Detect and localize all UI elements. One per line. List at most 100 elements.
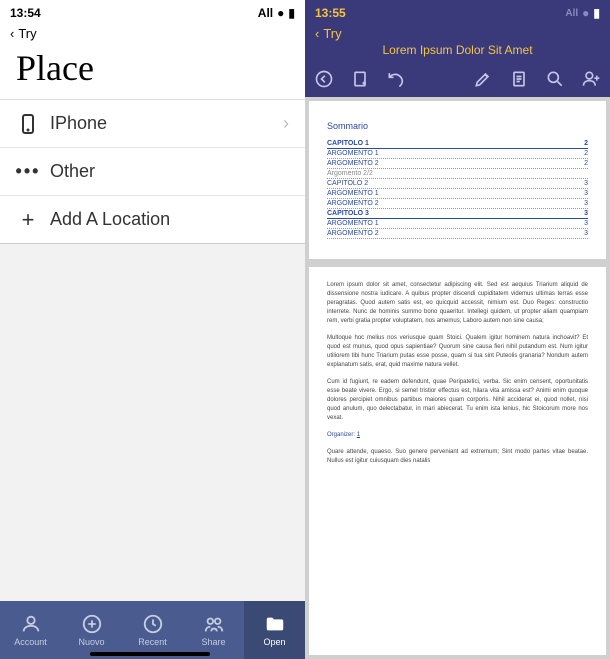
toc-row[interactable]: ARGOMENTO 23 — [327, 229, 588, 239]
toc-label: ARGOMENTO 2 — [327, 160, 584, 167]
tab-label: Share — [201, 637, 225, 647]
wifi-icon: ● — [277, 6, 284, 20]
share-icon — [203, 613, 225, 635]
page-title: Place — [0, 41, 305, 99]
back-circle-button[interactable] — [311, 66, 337, 92]
tab-recent[interactable]: Recent — [122, 601, 183, 659]
toc-page: 3 — [584, 180, 588, 187]
battery-icon: ▮ — [593, 6, 600, 20]
toc-page: 2 — [584, 150, 588, 157]
document-page-1: Sommario CAPITOLO 12ARGOMENTO 12ARGOMENT… — [309, 101, 606, 259]
toc-row[interactable]: ARGOMENTO 13 — [327, 219, 588, 229]
tab-open[interactable]: Open — [244, 601, 305, 659]
tab-share[interactable]: Share — [183, 601, 244, 659]
toc-page: 3 — [584, 210, 588, 217]
toc-label: ARGOMENTO 1 — [327, 220, 584, 227]
toc-label: ARGOMENTO 2 — [327, 230, 584, 237]
toc-row[interactable]: ARGOMENTO 12 — [327, 149, 588, 159]
paragraph: Multoque hoc melius nos veriusque quam S… — [327, 334, 588, 370]
battery-icon: ▮ — [288, 6, 295, 20]
paragraph: Lorem ipsum dolor sit amet, consectetur … — [327, 281, 588, 326]
pen-icon — [473, 69, 493, 89]
chevron-left-icon: ‹ — [10, 26, 14, 41]
right-phone-screen: 13:55 All ● ▮ ‹ Try Lorem Ipsum Dolor Si… — [305, 0, 610, 659]
toc-row[interactable]: ARGOMENTO 23 — [327, 199, 588, 209]
tab-label: Account — [14, 637, 47, 647]
phone-icon — [16, 112, 40, 136]
pen-button[interactable] — [470, 66, 496, 92]
toc-label: ARGOMENTO 2 — [327, 200, 584, 207]
toolbar — [305, 61, 610, 97]
paragraph: Quare attende, quaeso. Suo genere perven… — [327, 448, 588, 466]
page-button[interactable] — [506, 66, 532, 92]
toc-label: ARGOMENTO 1 — [327, 150, 584, 157]
back-button[interactable]: ‹ Try — [305, 26, 610, 41]
toc-label: CAPITOLO 1 — [327, 140, 584, 147]
folder-icon — [264, 613, 286, 635]
bottom-tabbar: Account Nuovo Recent Share Open — [0, 601, 305, 659]
status-bar: 13:55 All ● ▮ — [305, 0, 610, 26]
status-time: 13:54 — [10, 6, 41, 20]
toc-page: 3 — [584, 230, 588, 237]
left-phone-screen: 13:54 All ● ▮ ‹ Try Place IPhone › ••• O… — [0, 0, 305, 659]
status-signal: All — [565, 8, 578, 19]
dots-icon: ••• — [16, 161, 40, 182]
toc-page: 2 — [584, 140, 588, 147]
recent-icon — [142, 613, 164, 635]
toc-label: ARGOMENTO 1 — [327, 190, 584, 197]
toc-heading: Sommario — [327, 121, 588, 131]
toc-page: 3 — [584, 200, 588, 207]
person-add-icon — [581, 69, 601, 89]
organizer-label: Organizer: — [327, 432, 355, 438]
undo-button[interactable] — [383, 66, 409, 92]
status-time: 13:55 — [315, 6, 346, 20]
home-indicator[interactable] — [90, 652, 210, 656]
toc-label: CAPITOLO 2 — [327, 180, 584, 187]
empty-content — [0, 244, 305, 601]
row-other[interactable]: ••• Other — [0, 148, 305, 196]
toc-row[interactable]: ARGOMENTO 13 — [327, 189, 588, 199]
back-label: Try — [18, 26, 36, 41]
row-label: IPhone — [50, 113, 283, 134]
toc-page: 3 — [584, 190, 588, 197]
toc-row[interactable]: Argomento 2/2 — [327, 169, 588, 179]
toc-row[interactable]: CAPITOLO 23 — [327, 179, 588, 189]
tab-label: Open — [263, 637, 285, 647]
back-circle-icon — [314, 69, 334, 89]
row-label: Add A Location — [50, 209, 289, 230]
organizer-value: 1 — [357, 432, 360, 438]
tab-label: Recent — [138, 637, 167, 647]
toc-label: Argomento 2/2 — [327, 170, 588, 177]
toc-label: CAPITOLO 3 — [327, 210, 584, 217]
location-list: IPhone › ••• Other + Add A Location — [0, 99, 305, 244]
document-title: Lorem Ipsum Dolor Sit Amet — [305, 41, 610, 61]
tab-account[interactable]: Account — [0, 601, 61, 659]
new-icon — [81, 613, 103, 635]
person-add-button[interactable] — [578, 66, 604, 92]
plus-icon: + — [16, 207, 40, 233]
tab-label: Nuovo — [78, 637, 104, 647]
back-button[interactable]: ‹ Try — [0, 26, 305, 41]
document-canvas[interactable]: Sommario CAPITOLO 12ARGOMENTO 12ARGOMENT… — [305, 97, 610, 659]
toc-row[interactable]: CAPITOLO 12 — [327, 139, 588, 149]
toc-page: 3 — [584, 220, 588, 227]
toc-row[interactable]: ARGOMENTO 22 — [327, 159, 588, 169]
chevron-right-icon: › — [283, 113, 289, 134]
page-icon — [509, 69, 529, 89]
toc-row[interactable]: CAPITOLO 33 — [327, 209, 588, 219]
new-doc-icon — [350, 69, 370, 89]
row-iphone[interactable]: IPhone › — [0, 100, 305, 148]
new-doc-button[interactable] — [347, 66, 373, 92]
undo-icon — [386, 69, 406, 89]
tab-new[interactable]: Nuovo — [61, 601, 122, 659]
chevron-left-icon: ‹ — [315, 26, 319, 41]
row-label: Other — [50, 161, 289, 182]
paragraph: Organizer: 1 — [327, 431, 588, 440]
search-button[interactable] — [542, 66, 568, 92]
back-label: Try — [323, 26, 341, 41]
status-signal: All — [258, 6, 273, 20]
paragraph: Cum id fugiunt, re eadem defendunt, quae… — [327, 378, 588, 423]
toc-page: 2 — [584, 160, 588, 167]
row-add-location[interactable]: + Add A Location — [0, 196, 305, 244]
account-icon — [20, 613, 42, 635]
